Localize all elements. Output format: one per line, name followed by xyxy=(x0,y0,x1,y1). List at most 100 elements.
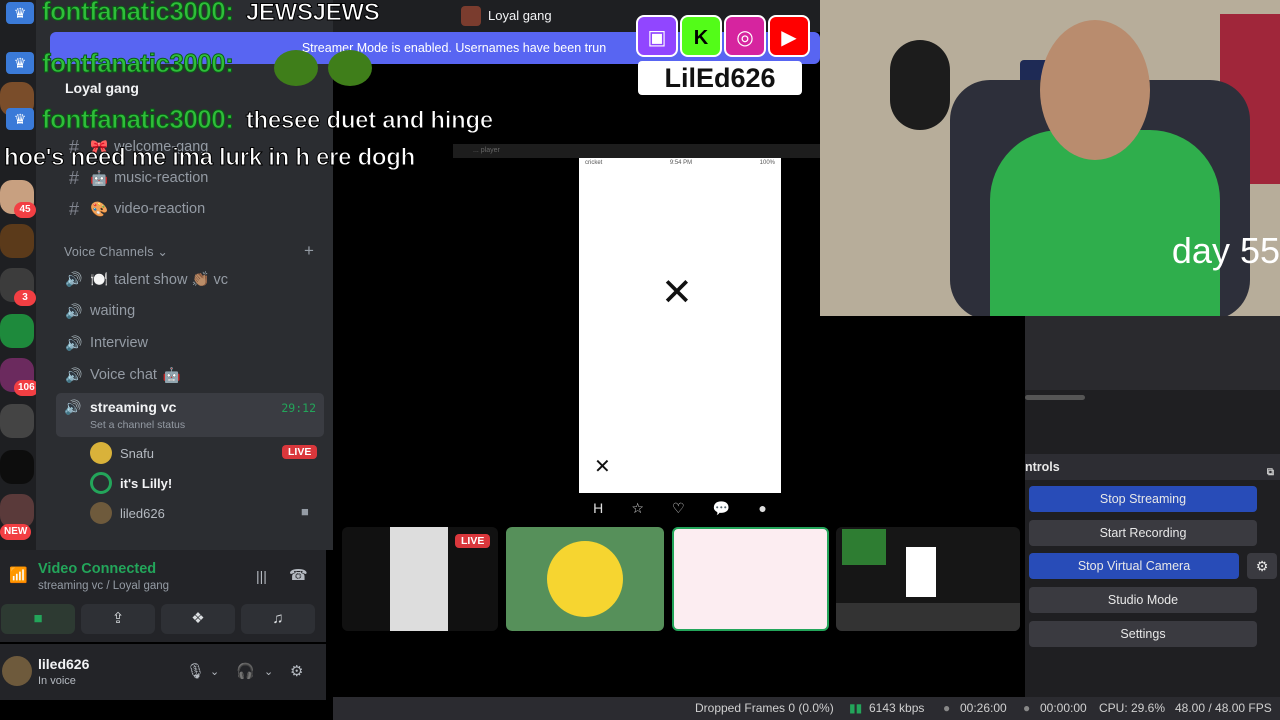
member-name: it's Lilly! xyxy=(120,475,173,491)
channel-label: Voice chat xyxy=(90,367,157,383)
chat-username: fontfanatic3000: xyxy=(41,104,234,135)
chat-icon: 💬 xyxy=(712,499,731,516)
stop-virtual-camera-button[interactable]: Stop Virtual Camera xyxy=(1029,553,1239,579)
float-icon[interactable]: ⧉ xyxy=(1267,460,1274,486)
activities-icon: ❖ xyxy=(191,610,205,627)
thumbnail-preview xyxy=(836,603,1020,631)
carrier-label: cricket xyxy=(585,160,603,166)
speaker-icon: 🔊 xyxy=(65,302,83,319)
voice-member[interactable]: liled626 xyxy=(90,501,165,525)
activities-button[interactable]: ❖ xyxy=(161,604,235,634)
voice-connected-panel: 📶 Video Connected streaming vc / Loyal g… xyxy=(0,550,326,642)
voice-connected-label[interactable]: Video Connected xyxy=(38,561,156,577)
controls-label: ntrols xyxy=(1025,460,1060,474)
start-recording-button[interactable]: Start Recording xyxy=(1029,520,1257,546)
participant-thumbnail[interactable] xyxy=(506,527,664,631)
virtual-camera-settings-button[interactable]: ⚙ xyxy=(1247,553,1277,579)
social-logo-box: ▣ K ◎ ▶ LilEd626 xyxy=(636,13,816,97)
server-icon[interactable] xyxy=(0,404,34,438)
voice-channel-waiting[interactable]: 🔊 waiting xyxy=(64,298,135,324)
stop-streaming-button[interactable]: Stop Streaming xyxy=(1029,486,1257,512)
obs-status-bar: Dropped Frames 0 (0.0%) ▮▮ 6143 kbps ● 0… xyxy=(333,697,1280,720)
server-icon[interactable] xyxy=(0,224,34,258)
live-badge: LIVE xyxy=(282,445,318,459)
studio-mode-button[interactable]: Studio Mode xyxy=(1029,587,1257,613)
thumbnail-preview xyxy=(842,529,886,565)
chat-message: fontfanatic3000: JEWSJEWS xyxy=(41,0,380,27)
phone-screen: cricket 9:54 PM 100% ✕ ✕ xyxy=(579,158,781,493)
soundboard-button[interactable]: ♫ xyxy=(241,604,315,634)
dropped-frames: Dropped Frames 0 (0.0%) xyxy=(695,701,834,715)
channel-video-reaction[interactable]: # 🎨 video-reaction xyxy=(64,196,205,222)
channel-label: video-reaction xyxy=(114,201,206,217)
microphone-icon[interactable]: 🎙 xyxy=(186,662,205,680)
thumbnail-preview xyxy=(906,547,936,597)
chevron-down-icon: ⌄ xyxy=(157,245,169,259)
participant-thumbnail[interactable] xyxy=(672,527,829,631)
phone-nav-bar: H ☆ ♡ 💬 ● xyxy=(579,493,781,523)
member-name: Snafu xyxy=(120,445,154,461)
channel-label: music-reaction xyxy=(114,170,209,186)
chat-message: fontfanatic3000: thesee duet and hinge xyxy=(41,104,493,135)
chat-username: fontfanatic3000: xyxy=(41,0,234,27)
instagram-icon: ◎ xyxy=(724,15,766,57)
mention-badge: 3 xyxy=(14,290,36,306)
gear-icon[interactable]: ⚙ xyxy=(290,662,303,680)
gear-icon: ⚙ xyxy=(1255,558,1269,574)
server-name[interactable]: Loyal gang xyxy=(65,80,139,96)
chevron-down-icon[interactable]: ⌄ xyxy=(210,665,219,678)
noise-suppression-icon[interactable]: ||| xyxy=(256,568,267,584)
member-name: liled626 xyxy=(120,505,165,521)
phone-status-bar: cricket 9:54 PM 100% xyxy=(579,158,781,170)
chat-username: fontfanatic3000: xyxy=(41,48,234,79)
user-name[interactable]: liled626 xyxy=(38,656,89,672)
x-logo-icon: ✕ xyxy=(661,272,693,314)
channel-label: streaming vc xyxy=(90,399,177,415)
settings-button[interactable]: Settings xyxy=(1029,621,1257,647)
camera-icon: ■ xyxy=(33,610,43,627)
voice-channel-talent-show[interactable]: 🔊 🍽️ talent show 👏🏽 vc xyxy=(64,266,228,292)
voice-channel-interview[interactable]: 🔊 Interview xyxy=(64,330,148,356)
avatar xyxy=(90,472,112,494)
group-avatar xyxy=(461,6,481,26)
chevron-down-icon[interactable]: ⌄ xyxy=(264,665,273,678)
avatar xyxy=(90,502,112,524)
mention-badge: 106 xyxy=(14,380,39,396)
stream-thumbnail[interactable]: LIVE xyxy=(342,527,498,631)
voice-channels-header[interactable]: Voice Channels ⌄ xyxy=(64,244,168,259)
section-label: Voice Channels xyxy=(64,245,154,259)
avatar[interactable] xyxy=(2,656,32,686)
obs-dock: ntrols ⧉ Stop Streaming Start Recording … xyxy=(1025,316,1280,706)
add-channel-icon[interactable]: + xyxy=(304,241,314,261)
heart-icon: ♡ xyxy=(672,499,685,516)
active-voice-channel[interactable]: 🔊 streaming vc Set a channel status 29:1… xyxy=(56,393,324,437)
screen-share-button[interactable]: ⇪ xyxy=(81,604,155,634)
channel-status[interactable]: Set a channel status xyxy=(90,419,185,431)
twitch-icon: ▣ xyxy=(636,15,678,57)
hinge-icon: H xyxy=(593,500,604,516)
server-icon[interactable] xyxy=(0,494,34,528)
star-icon: ☆ xyxy=(631,499,644,516)
disconnect-icon[interactable]: ☎ xyxy=(289,566,308,584)
speaker-icon: 🔊 xyxy=(65,366,83,383)
scrollbar[interactable] xyxy=(1025,395,1085,400)
voice-member[interactable]: it's Lilly! xyxy=(90,471,172,495)
stream-thumbnail[interactable] xyxy=(836,527,1020,631)
voice-channel-voice-chat[interactable]: 🔊 Voice chat 🤖 xyxy=(64,362,181,388)
time-label: 9:54 PM xyxy=(669,160,693,166)
channel-label: talent show 👏🏽 vc xyxy=(114,271,229,288)
voice-connected-subtitle[interactable]: streaming vc / Loyal gang xyxy=(38,580,169,592)
headphones-icon[interactable]: 🎧 xyxy=(236,662,255,680)
microphone xyxy=(890,40,950,130)
cpu-usage: CPU: 29.6% xyxy=(1099,701,1166,715)
speaker-icon: 🔊 xyxy=(65,334,83,351)
server-icon[interactable] xyxy=(0,450,34,484)
chat-message: fontfanatic3000: xyxy=(41,48,234,79)
chat-message: hoe's need me ima lurk in h ere dogh xyxy=(3,144,415,172)
voice-member[interactable]: Snafu xyxy=(90,441,154,465)
record-time: 00:00:00 xyxy=(1040,701,1087,715)
camera-button[interactable]: ■ xyxy=(1,604,75,634)
server-icon[interactable] xyxy=(0,314,34,348)
user-state: In voice xyxy=(38,675,76,687)
speaker-icon: 🔊 xyxy=(65,270,83,287)
